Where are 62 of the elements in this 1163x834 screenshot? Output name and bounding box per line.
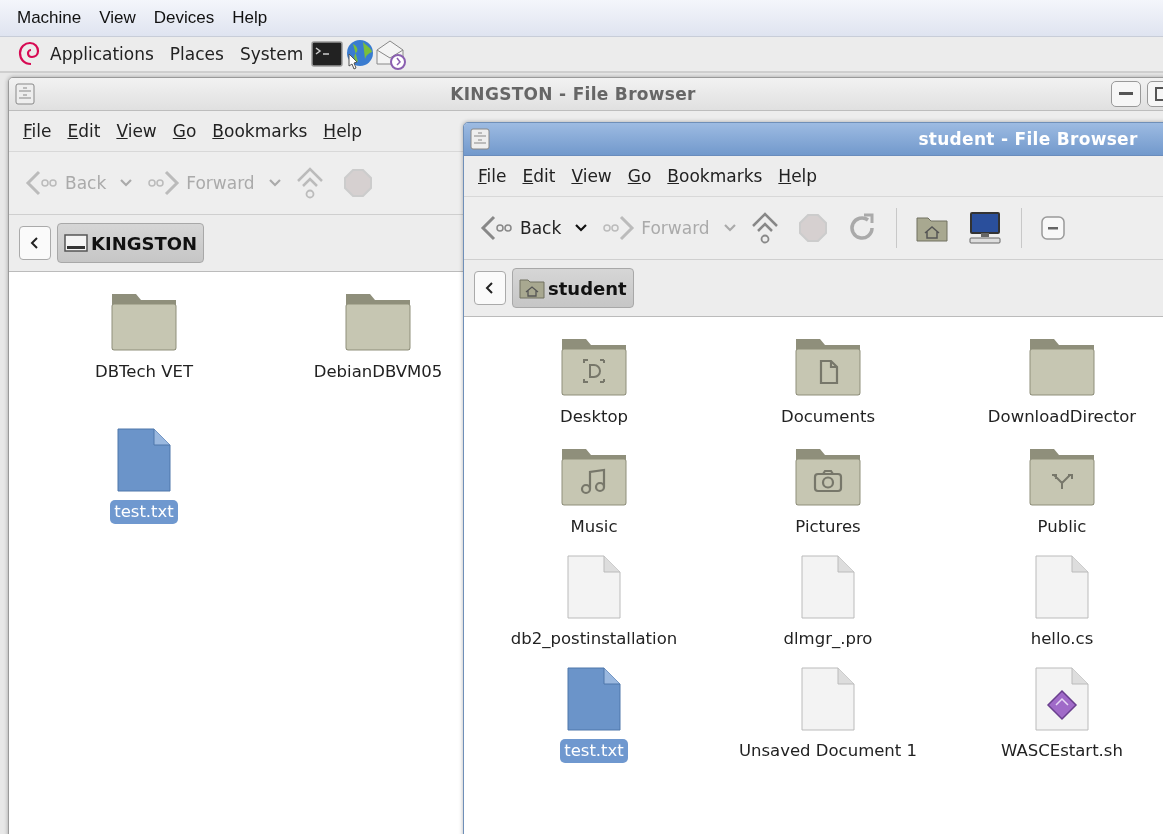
vm-menu-item[interactable]: Devices xyxy=(144,8,224,28)
file-name[interactable]: DebianDBVM05 xyxy=(309,360,447,384)
menu-item[interactable]: Help xyxy=(315,121,371,141)
computer-icon xyxy=(966,211,1003,245)
menu-item[interactable]: Go xyxy=(164,121,205,141)
stop-icon xyxy=(797,213,828,243)
window-title: KINGSTON - File Browser xyxy=(449,84,697,104)
panel-menu[interactable]: System xyxy=(231,44,312,64)
back-arrow-icon xyxy=(480,215,514,241)
file-name[interactable]: Public xyxy=(1033,515,1091,539)
file-name[interactable]: Unsaved Document 1 xyxy=(734,739,922,763)
menu-item[interactable]: File xyxy=(15,121,60,141)
file-name[interactable]: hello.cs xyxy=(1026,627,1098,651)
menu-item[interactable]: Go xyxy=(619,166,660,186)
menu-item[interactable]: Help xyxy=(770,166,826,186)
home-folder-icon xyxy=(519,277,545,299)
file-name[interactable]: db2_postinstallation xyxy=(506,627,682,651)
panel-menu[interactable]: Applications xyxy=(42,44,162,64)
menu-item[interactable]: File xyxy=(470,166,515,186)
mail-clock-icon[interactable] xyxy=(375,38,408,70)
vm-menu-item[interactable]: Help xyxy=(223,8,277,28)
location-back-button[interactable] xyxy=(474,271,506,305)
path-button[interactable]: student xyxy=(512,268,634,308)
vm-menu-item[interactable]: View xyxy=(90,8,145,28)
menu-item[interactable]: Edit xyxy=(514,166,564,186)
chevron-left-icon xyxy=(30,236,40,250)
file-name[interactable]: DownloadDirector xyxy=(983,405,1141,429)
cabinet-icon[interactable] xyxy=(470,128,490,150)
path-button[interactable]: KINGSTON xyxy=(57,223,205,263)
menu-item[interactable]: Bookmarks xyxy=(204,121,316,141)
forward-arrow-icon xyxy=(146,170,181,196)
minimize-icon xyxy=(1119,92,1133,96)
caret-icon[interactable] xyxy=(573,222,590,234)
zoom-out-icon xyxy=(1039,215,1066,241)
file-name[interactable]: DBTech VET xyxy=(91,360,197,384)
forward-arrow-icon xyxy=(601,215,636,241)
text-file-icon[interactable] xyxy=(566,667,622,731)
drive-icon xyxy=(64,233,88,253)
menu-item[interactable]: Bookmarks xyxy=(659,166,771,186)
file-name[interactable]: WASCEstart.sh xyxy=(997,739,1127,763)
minimize-button[interactable] xyxy=(1111,81,1141,107)
file-name[interactable]: Pictures xyxy=(791,515,865,539)
menu-item[interactable]: View xyxy=(108,121,165,141)
back-button[interactable]: Back xyxy=(474,206,568,250)
vm-menu-item[interactable]: Machine xyxy=(8,8,91,28)
menu-item[interactable]: Edit xyxy=(59,121,109,141)
text-file-icon[interactable] xyxy=(116,428,172,492)
stop-icon xyxy=(342,168,373,198)
cabinet-icon[interactable] xyxy=(15,83,35,105)
file-name[interactable]: Documents xyxy=(776,405,880,429)
terminal-icon[interactable] xyxy=(311,40,344,68)
chevron-left-icon xyxy=(485,281,495,295)
file-name[interactable]: Desktop xyxy=(555,405,632,429)
menu-item[interactable]: View xyxy=(563,166,620,186)
window-title: student - File Browser xyxy=(917,129,1139,149)
back-arrow-icon xyxy=(25,170,59,196)
file-name[interactable]: Music xyxy=(566,515,622,539)
file-name[interactable]: dlmgr_.pro xyxy=(779,627,877,651)
panel-menu[interactable]: Places xyxy=(161,44,232,64)
script-file-icon[interactable] xyxy=(1034,667,1090,731)
swirl-logo-icon[interactable] xyxy=(16,40,42,68)
location-back-button[interactable] xyxy=(19,226,51,260)
